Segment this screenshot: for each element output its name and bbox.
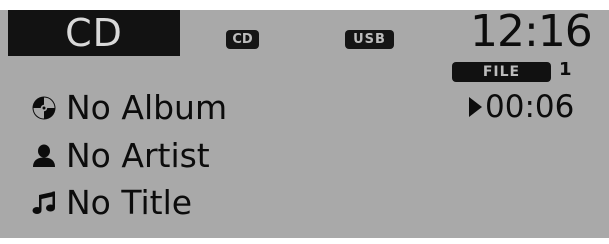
file-number: 1 bbox=[559, 59, 572, 80]
elapsed-time: 00:06 bbox=[469, 87, 609, 127]
title-label: No Title bbox=[66, 183, 193, 222]
music-note-icon bbox=[30, 189, 58, 217]
clock: 12:16 bbox=[470, 6, 593, 57]
audio-display: CD CD USB 12:16 FILE 1 00:06 No Album No… bbox=[0, 0, 609, 244]
album-label: No Album bbox=[66, 88, 228, 127]
title-row: No Title bbox=[30, 181, 450, 225]
usb-source-badge[interactable]: USB bbox=[345, 30, 394, 49]
person-icon bbox=[30, 142, 58, 170]
cd-source-badge[interactable]: CD bbox=[226, 30, 259, 49]
play-icon bbox=[469, 97, 482, 117]
artist-row: No Artist bbox=[30, 134, 450, 178]
album-row: No Album bbox=[30, 86, 450, 130]
file-badge: FILE bbox=[452, 62, 551, 82]
artist-label: No Artist bbox=[66, 136, 210, 175]
elapsed-time-value: 00:06 bbox=[485, 89, 575, 125]
bottom-border bbox=[0, 238, 609, 244]
disc-icon bbox=[30, 94, 58, 122]
tab-cd-active[interactable]: CD bbox=[8, 10, 180, 56]
